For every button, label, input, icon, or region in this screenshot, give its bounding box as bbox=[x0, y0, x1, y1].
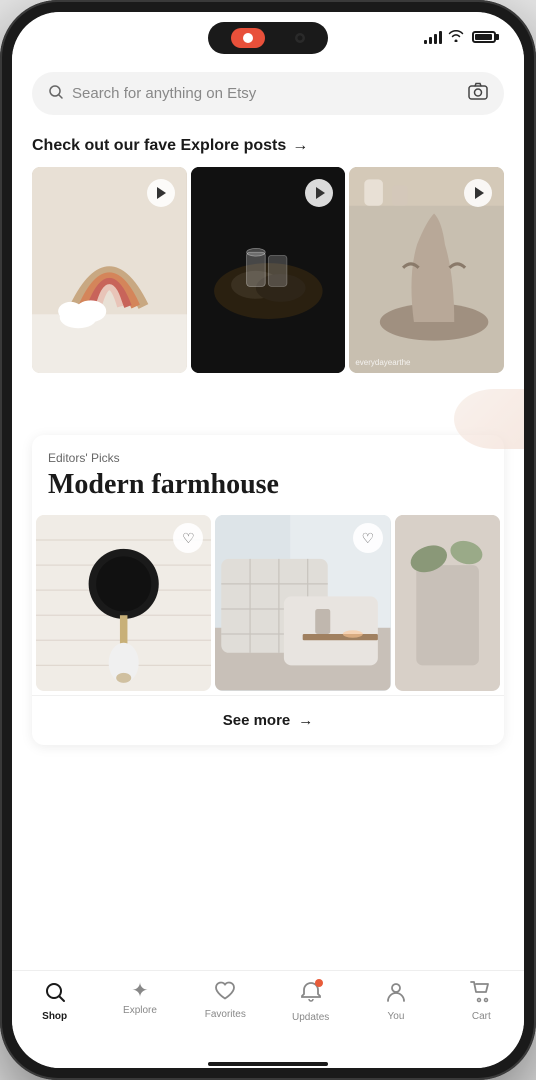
see-more-label: See more bbox=[223, 712, 291, 729]
shop-label: Shop bbox=[42, 1011, 67, 1022]
camera-search-icon[interactable] bbox=[468, 82, 488, 105]
you-icon bbox=[385, 981, 407, 1007]
editors-picks-section: Editors' Picks Modern farmhouse bbox=[32, 435, 504, 744]
explore-icon: ✦ bbox=[132, 981, 149, 1001]
signal-icon bbox=[424, 30, 442, 44]
play-button-3[interactable] bbox=[464, 179, 492, 207]
play-button-1[interactable] bbox=[147, 179, 175, 207]
nav-item-explore[interactable]: ✦ Explore bbox=[97, 981, 182, 1016]
dynamic-island bbox=[208, 22, 328, 54]
play-triangle-1 bbox=[157, 187, 166, 199]
favorite-button-2[interactable]: ♡ bbox=[353, 523, 383, 553]
camera-dot bbox=[295, 33, 305, 43]
see-more-arrow: → bbox=[298, 712, 313, 729]
home-indicator[interactable] bbox=[12, 1060, 524, 1068]
editors-title: Modern farmhouse bbox=[32, 469, 504, 515]
home-bar bbox=[208, 1062, 328, 1066]
cart-icon bbox=[470, 981, 492, 1007]
favorites-icon bbox=[214, 981, 236, 1005]
status-bar bbox=[12, 12, 524, 62]
phone-frame: Search for anything on Etsy Check out ou… bbox=[0, 0, 536, 1080]
nav-item-you[interactable]: You bbox=[353, 981, 438, 1022]
product-card-1[interactable]: ♡ bbox=[36, 515, 211, 690]
product-card-2[interactable]: ♡ bbox=[215, 515, 390, 690]
play-triangle-2 bbox=[316, 187, 325, 199]
video-card-2[interactable] bbox=[191, 167, 346, 373]
instagram-credit: everydayearthe bbox=[355, 358, 410, 367]
video-card-1[interactable] bbox=[32, 167, 187, 373]
search-bar[interactable]: Search for anything on Etsy bbox=[32, 72, 504, 115]
explore-label: Explore bbox=[123, 1005, 157, 1016]
see-more-button[interactable]: See more → bbox=[32, 695, 504, 745]
status-icons bbox=[424, 29, 496, 45]
play-triangle-3 bbox=[475, 187, 484, 199]
favorites-label: Favorites bbox=[205, 1009, 246, 1020]
editors-label: Editors' Picks bbox=[32, 435, 504, 469]
search-placeholder: Search for anything on Etsy bbox=[72, 85, 460, 102]
video-grid: everydayearthe bbox=[12, 167, 524, 373]
nav-item-updates[interactable]: Updates bbox=[268, 981, 353, 1023]
nav-item-shop[interactable]: Shop bbox=[12, 981, 97, 1022]
bottom-spacer bbox=[12, 745, 524, 765]
nav-item-favorites[interactable]: Favorites bbox=[183, 981, 268, 1020]
record-indicator bbox=[231, 28, 265, 48]
section-divider bbox=[12, 389, 524, 419]
nav-item-cart[interactable]: Cart bbox=[439, 981, 524, 1022]
updates-label: Updates bbox=[292, 1012, 329, 1023]
product-grid: ♡ bbox=[32, 515, 504, 690]
notification-dot bbox=[315, 979, 323, 987]
phone-screen: Search for anything on Etsy Check out ou… bbox=[12, 12, 524, 1068]
record-dot bbox=[243, 33, 253, 43]
shop-icon bbox=[44, 981, 66, 1007]
product-card-3[interactable] bbox=[395, 515, 500, 690]
bottom-nav: Shop ✦ Explore Favorites bbox=[12, 970, 524, 1060]
wifi-icon bbox=[448, 29, 464, 45]
search-icon bbox=[48, 84, 64, 104]
battery-icon bbox=[472, 31, 496, 43]
cart-label: Cart bbox=[472, 1011, 491, 1022]
explore-heading: Check out our fave Explore posts bbox=[32, 137, 286, 155]
main-content: Search for anything on Etsy Check out ou… bbox=[12, 62, 524, 970]
video-card-3[interactable]: everydayearthe bbox=[349, 167, 504, 373]
search-container: Search for anything on Etsy bbox=[12, 62, 524, 129]
updates-icon-wrapper bbox=[301, 981, 321, 1008]
explore-header[interactable]: Check out our fave Explore posts → bbox=[12, 129, 524, 167]
explore-arrow: → bbox=[292, 137, 308, 155]
you-label: You bbox=[388, 1011, 405, 1022]
